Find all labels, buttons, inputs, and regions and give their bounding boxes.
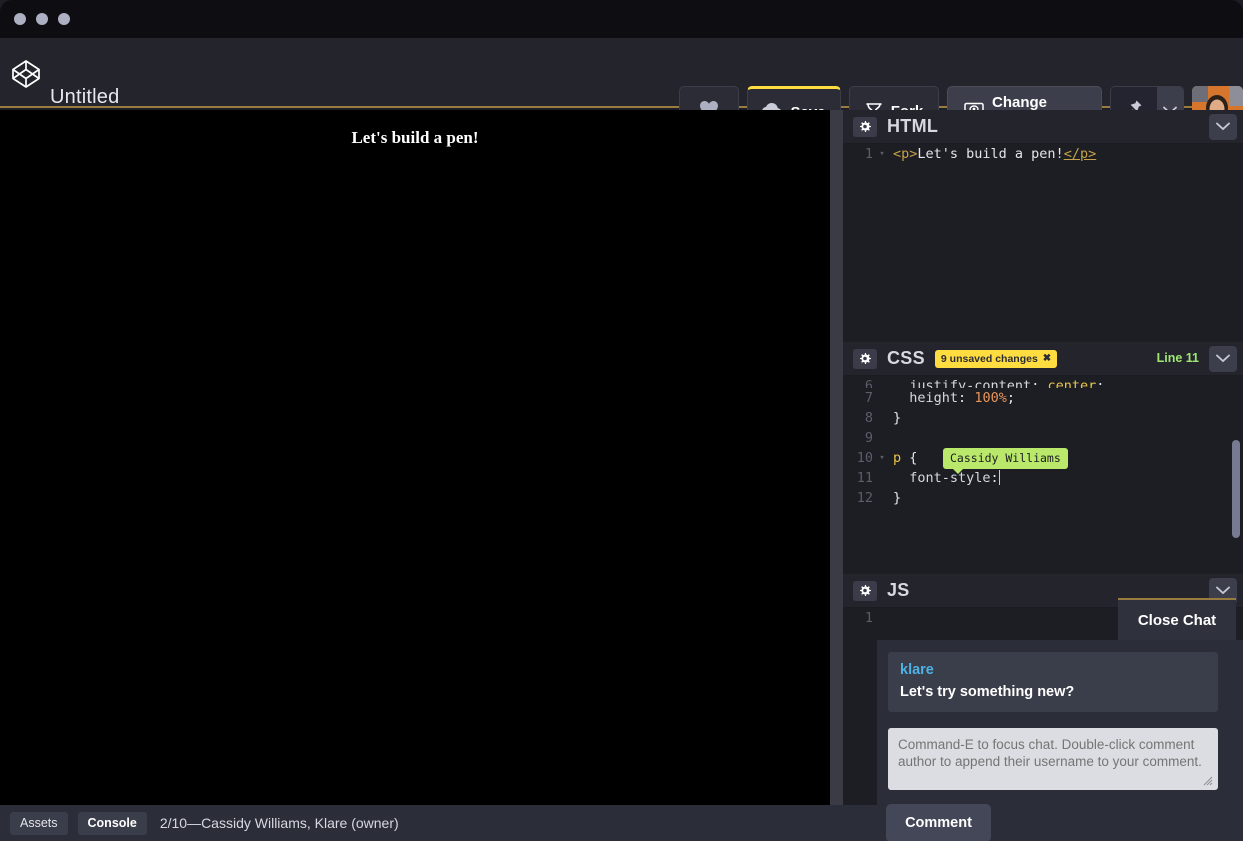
gear-icon[interactable]	[853, 349, 877, 369]
line-indicator: Line 11	[1157, 351, 1199, 365]
text-cursor	[999, 470, 1001, 485]
codepen-logo-icon[interactable]	[10, 58, 42, 90]
window-titlebar	[0, 0, 1243, 38]
line-number: 6	[843, 376, 877, 388]
gear-icon[interactable]	[853, 581, 877, 601]
close-chat-button[interactable]: Close Chat	[1118, 598, 1236, 640]
fold-arrow-icon	[877, 408, 887, 428]
fold-arrow-icon	[877, 428, 887, 448]
app-header: Untitled A PEN BY Klare PRO Save	[0, 38, 1243, 108]
collaborator-status: 2/10—Cassidy Williams, Klare (owner)	[160, 815, 399, 831]
code-line: 1 ▾ <p>Let's build a pen!</p>	[843, 144, 1243, 164]
code-text: }	[887, 408, 901, 428]
unsaved-changes-badge[interactable]: 9 unsaved changes ✖	[935, 350, 1057, 368]
html-panel-title: HTML	[887, 116, 938, 137]
code-line: 7 height: 100%;	[843, 388, 1243, 408]
chevron-down-icon	[1216, 118, 1230, 136]
code-text: }	[887, 488, 901, 508]
line-number: 1	[843, 608, 877, 628]
line-number: 9	[843, 428, 877, 448]
code-text: <p>Let's build a pen!</p>	[887, 144, 1096, 164]
code-text	[887, 608, 893, 628]
code-text: p {	[887, 448, 917, 468]
html-code-area[interactable]: 1 ▾ <p>Let's build a pen!</p>	[843, 144, 1243, 342]
chat-message[interactable]: klare Let's try something new?	[888, 652, 1218, 712]
fold-arrow-icon	[877, 468, 887, 488]
console-button[interactable]: Console	[78, 812, 147, 835]
chevron-down-icon	[1216, 350, 1230, 368]
line-number: 10	[843, 448, 877, 468]
fold-arrow-icon[interactable]: ▾	[877, 144, 887, 164]
assets-button[interactable]: Assets	[10, 812, 68, 835]
js-panel-title: JS	[887, 580, 910, 601]
fold-arrow-icon	[877, 488, 887, 508]
css-collapse-button[interactable]	[1209, 346, 1237, 372]
line-number: 11	[843, 468, 877, 488]
unsaved-changes-label: 9 unsaved changes	[941, 353, 1038, 365]
code-text	[887, 428, 893, 448]
close-icon[interactable]: ✖	[1043, 353, 1051, 364]
css-panel-title: CSS	[887, 348, 925, 369]
code-line: 6 justify-content: center;	[843, 376, 1243, 388]
window-controls	[14, 13, 70, 25]
html-editor-panel: HTML 1 ▾ <p>Let's build a pen!</p>	[843, 110, 1243, 342]
line-number: 1	[843, 144, 877, 164]
code-line: 9	[843, 428, 1243, 448]
comment-button[interactable]: Comment	[886, 804, 991, 841]
code-line: 8 }	[843, 408, 1243, 428]
fold-arrow-icon[interactable]: ▾	[877, 448, 887, 468]
code-line: 12 }	[843, 488, 1243, 508]
codepen-editor-window: Untitled A PEN BY Klare PRO Save	[0, 0, 1243, 841]
css-editor-panel: CSS 9 unsaved changes ✖ Line 11 6 justif…	[843, 342, 1243, 574]
css-code-area[interactable]: 6 justify-content: center; 7 height: 100…	[843, 376, 1243, 574]
fold-arrow-icon	[877, 388, 887, 408]
minimize-window-button[interactable]	[36, 13, 48, 25]
chat-input[interactable]	[888, 728, 1218, 790]
fold-arrow-icon	[877, 376, 887, 388]
line-number: 12	[843, 488, 877, 508]
preview-pane[interactable]: Let's build a pen!	[0, 110, 830, 805]
fold-arrow-icon	[877, 608, 887, 628]
code-text: justify-content: center;	[887, 376, 1104, 388]
pane-resize-handle[interactable]	[830, 110, 843, 805]
html-panel-header: HTML	[843, 110, 1243, 144]
close-window-button[interactable]	[14, 13, 26, 25]
code-line: 11 font-style:	[843, 468, 1243, 488]
css-scrollbar-thumb[interactable]	[1232, 440, 1240, 538]
maximize-window-button[interactable]	[58, 13, 70, 25]
page-title[interactable]: Untitled	[50, 86, 119, 109]
css-panel-header: CSS 9 unsaved changes ✖ Line 11	[843, 342, 1243, 376]
chat-panel: klare Let's try something new? Comment	[877, 640, 1243, 841]
code-text: font-style:	[887, 468, 1000, 488]
line-number: 8	[843, 408, 877, 428]
gear-icon[interactable]	[853, 117, 877, 137]
chat-message-author[interactable]: klare	[900, 662, 1206, 678]
collaborator-cursor-label: Cassidy Williams	[943, 448, 1068, 469]
preview-content-text: Let's build a pen!	[0, 128, 830, 148]
html-collapse-button[interactable]	[1209, 114, 1237, 140]
code-text: height: 100%;	[887, 388, 1015, 408]
chat-message-body: Let's try something new?	[900, 684, 1206, 700]
line-number: 7	[843, 388, 877, 408]
